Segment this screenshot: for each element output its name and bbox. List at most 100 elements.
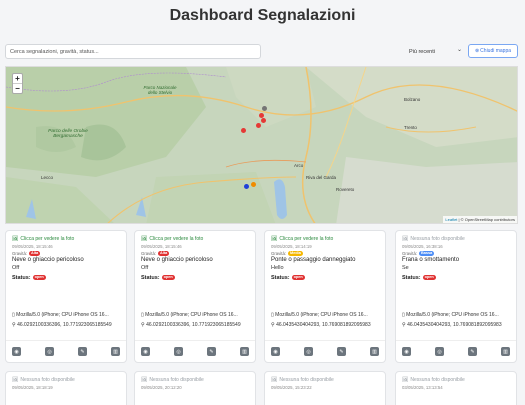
phone-icon: ▯ — [402, 312, 405, 318]
view-button[interactable]: ◉ — [271, 347, 280, 356]
card-actions: ◉ ◎ ✎ ▥ — [402, 347, 510, 356]
view-button[interactable]: ◉ — [402, 347, 411, 356]
trash-icon: ▥ — [242, 348, 247, 355]
photo-text: Nessuna foto disponibile — [410, 236, 465, 242]
photo-text: Nessuna foto disponibile — [149, 377, 204, 383]
target-icon: ◎ — [306, 348, 311, 355]
map-marker[interactable] — [251, 182, 256, 187]
device-info: ▯ Mozilla/5.0 (iPhone; CPU iPhone OS 16.… — [141, 312, 251, 318]
report-card: 🖼 Clicca per vedere la foto 09/05/2025, … — [5, 230, 127, 363]
target-icon: ◎ — [47, 348, 52, 355]
photo-link[interactable]: 🖼 Clicca per vedere la foto — [271, 235, 379, 243]
locate-button[interactable]: ◎ — [304, 347, 313, 356]
photo-link[interactable]: 🖼 Clicca per vedere la foto — [141, 235, 249, 243]
card-actions: ◉ ◎ ✎ ▥ — [141, 347, 249, 356]
sort-select[interactable]: Più recenti ⌄ — [409, 44, 464, 59]
map-view[interactable]: Parco delle Orobie Bergamasche Parco Naz… — [5, 66, 518, 224]
map-label-riva: Riva del Garda — [306, 175, 337, 180]
map-background — [6, 67, 517, 223]
status-label: Status: — [141, 274, 160, 281]
locate-button[interactable]: ◎ — [435, 347, 444, 356]
photo-text: Nessuna foto disponibile — [20, 377, 75, 383]
report-date: 09/05/2025, 15:23:22 — [271, 385, 312, 390]
map-label-stelvio: Parco Nazionale dello Stelvio — [143, 85, 177, 95]
report-title: Ponte o passaggio danneggiato — [271, 257, 356, 263]
edit-button[interactable]: ✎ — [468, 347, 477, 356]
locate-button[interactable]: ◎ — [174, 347, 183, 356]
report-card: 🖼 Clicca per vedere la foto 09/05/2025, … — [264, 230, 386, 363]
status-label: Status: — [271, 274, 290, 281]
edit-button[interactable]: ✎ — [207, 347, 216, 356]
card-divider — [135, 340, 255, 341]
gravity-badge: Media — [288, 250, 303, 256]
map-pin-icon: ⚲ — [12, 322, 16, 328]
report-title: Neve o ghiaccio pericoloso — [141, 257, 213, 263]
photo-link: 🖼 Nessuna foto disponibile — [402, 235, 510, 243]
leaflet-link[interactable]: Leaflet — [445, 217, 457, 222]
status-label: Status: — [402, 274, 421, 281]
close-circle-icon: ⊗ — [474, 48, 480, 54]
image-icon: 🖼 — [402, 377, 409, 383]
status-row: Status: open — [271, 273, 379, 282]
phone-icon: ▯ — [271, 312, 274, 318]
gravity-label: Gravità: — [271, 250, 287, 256]
report-card: 🖼 Nessuna foto disponibile 09/05/2025, 1… — [5, 371, 127, 405]
map-marker[interactable] — [259, 113, 264, 118]
report-title: Frana o smottamento — [402, 257, 460, 263]
device-text: Mozilla/5.0 (iPhone; CPU iPhone OS 16... — [406, 312, 499, 318]
search-input[interactable] — [5, 44, 261, 59]
coordinates-text: 46.0435430404293, 10.769081892095983 — [407, 322, 502, 328]
delete-button[interactable]: ▥ — [240, 347, 249, 356]
pencil-icon: ✎ — [209, 348, 214, 355]
map-marker[interactable] — [262, 106, 267, 111]
delete-button[interactable]: ▥ — [370, 347, 379, 356]
zoom-control: + − — [12, 73, 23, 94]
map-marker[interactable] — [256, 123, 261, 128]
close-map-label: Chiudi mappa — [480, 48, 512, 54]
page-title: Dashboard Segnalazioni — [169, 7, 356, 24]
photo-link[interactable]: 🖼 Clicca per vedere la foto — [12, 235, 120, 243]
map-marker[interactable] — [244, 184, 249, 189]
zoom-in-button[interactable]: + — [13, 74, 22, 84]
target-icon: ◎ — [176, 348, 181, 355]
report-card: 🖼 Nessuna foto disponibile 09/05/2025, 2… — [134, 371, 256, 405]
target-icon: ◎ — [437, 348, 442, 355]
delete-button[interactable]: ▥ — [111, 347, 120, 356]
pencil-icon: ✎ — [339, 348, 344, 355]
report-date: 03/05/2025, 13:13:54 — [402, 385, 443, 390]
map-label-arco: Arco — [294, 163, 304, 168]
edit-button[interactable]: ✎ — [78, 347, 87, 356]
photo-link: 🖼 Nessuna foto disponibile — [402, 376, 510, 384]
edit-button[interactable]: ✎ — [337, 347, 346, 356]
close-map-button[interactable]: ⊗ Chiudi mappa — [468, 44, 518, 58]
zoom-out-button[interactable]: − — [13, 84, 22, 94]
view-button[interactable]: ◉ — [12, 347, 21, 356]
eye-icon: ◉ — [14, 348, 19, 355]
map-marker[interactable] — [261, 118, 266, 123]
map-marker[interactable] — [241, 128, 246, 133]
delete-button[interactable]: ▥ — [501, 347, 510, 356]
map-label-lecco: Lecco — [41, 175, 54, 180]
chevron-down-icon: ⌄ — [456, 47, 462, 53]
photo-text: Nessuna foto disponibile — [410, 377, 465, 383]
map-pin-icon: ⚲ — [402, 322, 406, 328]
locate-button[interactable]: ◎ — [45, 347, 54, 356]
device-text: Mozilla/5.0 (iPhone; CPU iPhone OS 16... — [145, 312, 238, 318]
device-text: Mozilla/5.0 (iPhone; CPU iPhone OS 16... — [16, 312, 109, 318]
status-badge: open — [161, 275, 175, 280]
report-card: 🖼 Nessuna foto disponibile 03/05/2025, 1… — [395, 371, 517, 405]
image-icon: 🖼 — [402, 236, 409, 242]
view-button[interactable]: ◉ — [141, 347, 150, 356]
map-attribution: Leaflet | © OpenStreetMap contributors — [443, 216, 517, 223]
device-info: ▯ Mozilla/5.0 (iPhone; CPU iPhone OS 16.… — [12, 312, 122, 318]
card-divider — [265, 340, 385, 341]
report-date: 09/05/2025, 18:18:19 — [12, 385, 53, 390]
pencil-icon: ✎ — [470, 348, 475, 355]
sort-select-label: Più recenti — [409, 48, 435, 55]
osm-attribution: | © OpenStreetMap contributors — [458, 217, 515, 222]
trash-icon: ▥ — [372, 348, 377, 355]
gravity-label: Gravità: — [12, 250, 28, 256]
report-card: 🖼 Clicca per vedere la foto 09/05/2025, … — [134, 230, 256, 363]
photo-text: Nessuna foto disponibile — [279, 377, 334, 383]
image-icon: 🖼 — [141, 236, 148, 242]
